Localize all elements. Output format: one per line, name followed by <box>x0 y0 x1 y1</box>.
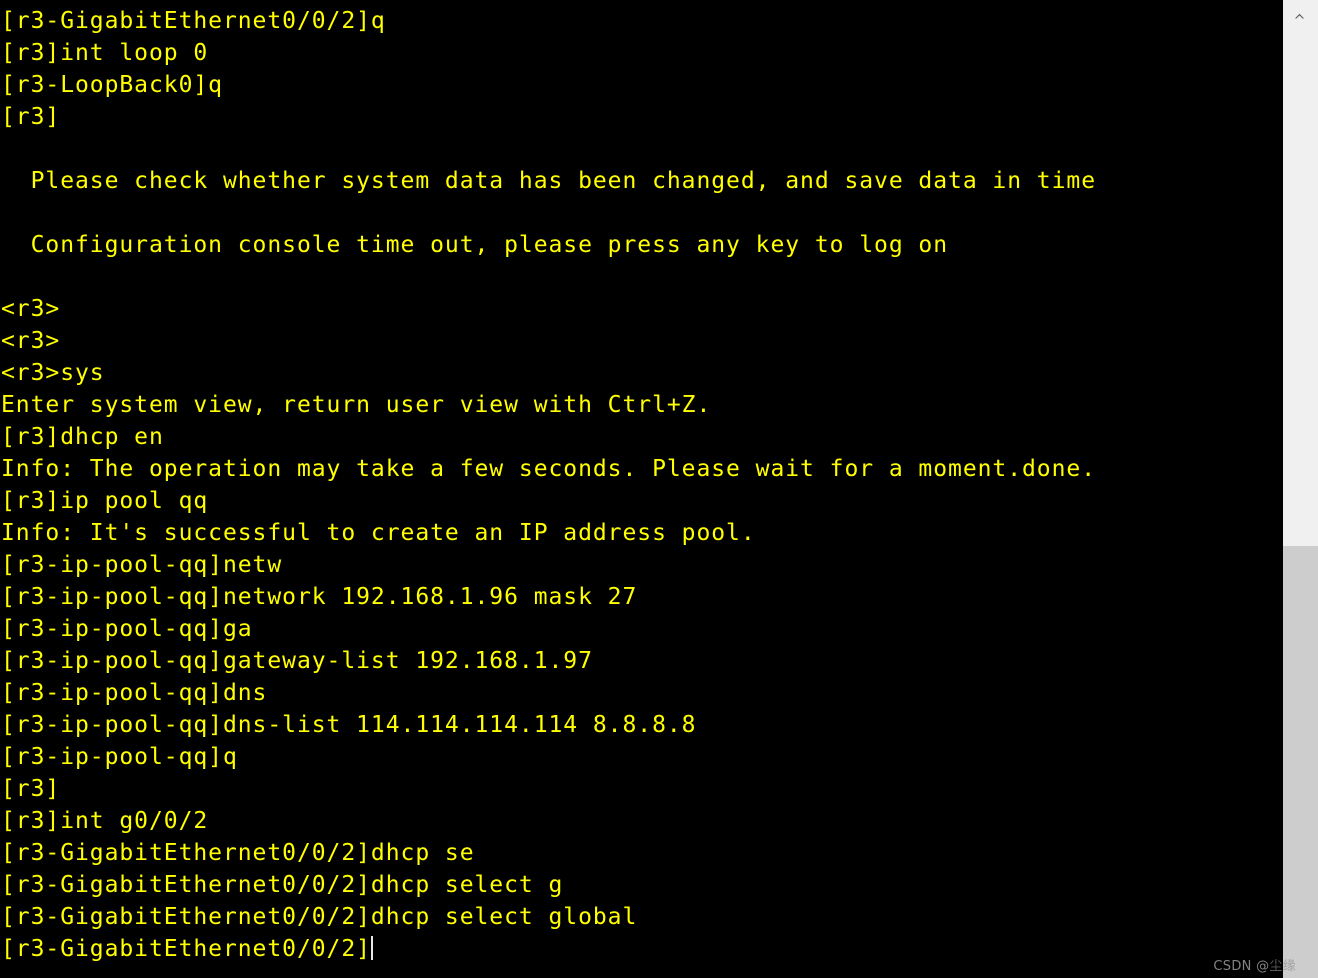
terminal-line: Info: The operation may take a few secon… <box>1 456 1096 482</box>
terminal-line: [r3-ip-pool-qq]gateway-list 192.168.1.97 <box>1 648 593 674</box>
terminal-line: [r3-ip-pool-qq]network 192.168.1.96 mask… <box>1 584 638 610</box>
chevron-up-icon <box>1295 13 1304 19</box>
terminal-line: [r3-GigabitEthernet0/0/2]dhcp select g <box>1 872 564 898</box>
watermark-author: 尘缘 <box>1269 959 1296 974</box>
scrollbar-track[interactable] <box>1283 30 1318 978</box>
terminal-line: <r3>sys <box>1 360 105 386</box>
terminal-current-prompt-line[interactable]: [r3-GigabitEthernet0/0/2] <box>0 933 1283 965</box>
screenshot-root: [r3-GigabitEthernet0/0/2]q [r3]int loop … <box>0 0 1318 978</box>
scroll-up-button[interactable] <box>1283 0 1318 30</box>
terminal-line: [r3] <box>1 104 61 130</box>
terminal-line: [r3-LoopBack0]q <box>1 72 223 98</box>
terminal-line: [r3-ip-pool-qq]ga <box>1 616 253 642</box>
terminal-output: [r3-GigabitEthernet0/0/2]q [r3]int loop … <box>0 5 1283 965</box>
terminal-line: [r3-GigabitEthernet0/0/2]dhcp se <box>1 840 475 866</box>
terminal-line: [r3] <box>1 776 61 802</box>
terminal-line: Enter system view, return user view with… <box>1 392 712 418</box>
text-cursor <box>370 936 373 960</box>
terminal-line: Info: It's successful to create an IP ad… <box>1 520 756 546</box>
terminal-line: [r3-GigabitEthernet0/0/2]dhcp select glo… <box>1 904 638 930</box>
terminal-line: [r3]int loop 0 <box>1 40 209 66</box>
terminal-prompt-text: [r3-GigabitEthernet0/0/2] <box>1 936 371 962</box>
terminal-line: [r3-ip-pool-qq]netw <box>1 552 283 578</box>
terminal-line: <r3> <box>1 328 61 354</box>
terminal-line: Please check whether system data has bee… <box>1 168 1096 194</box>
terminal-line: [r3]int g0/0/2 <box>1 808 209 834</box>
vertical-scrollbar[interactable] <box>1283 0 1318 978</box>
terminal-line: [r3]dhcp en <box>1 424 164 450</box>
terminal-line: [r3]ip pool qq <box>1 488 209 514</box>
terminal-line: <r3> <box>1 296 61 322</box>
watermark: CSDN @尘缘 <box>1213 955 1296 974</box>
scrollbar-thumb[interactable] <box>1283 546 1318 978</box>
watermark-prefix: CSDN @ <box>1213 959 1270 974</box>
terminal-line: [r3-ip-pool-qq]dns <box>1 680 268 706</box>
terminal-line: Configuration console time out, please p… <box>1 232 949 258</box>
terminal-line: [r3-ip-pool-qq]q <box>1 744 238 770</box>
terminal-console[interactable]: [r3-GigabitEthernet0/0/2]q [r3]int loop … <box>0 0 1283 978</box>
terminal-line: [r3-ip-pool-qq]dns-list 114.114.114.114 … <box>1 712 697 738</box>
terminal-line: [r3-GigabitEthernet0/0/2]q <box>1 8 386 34</box>
